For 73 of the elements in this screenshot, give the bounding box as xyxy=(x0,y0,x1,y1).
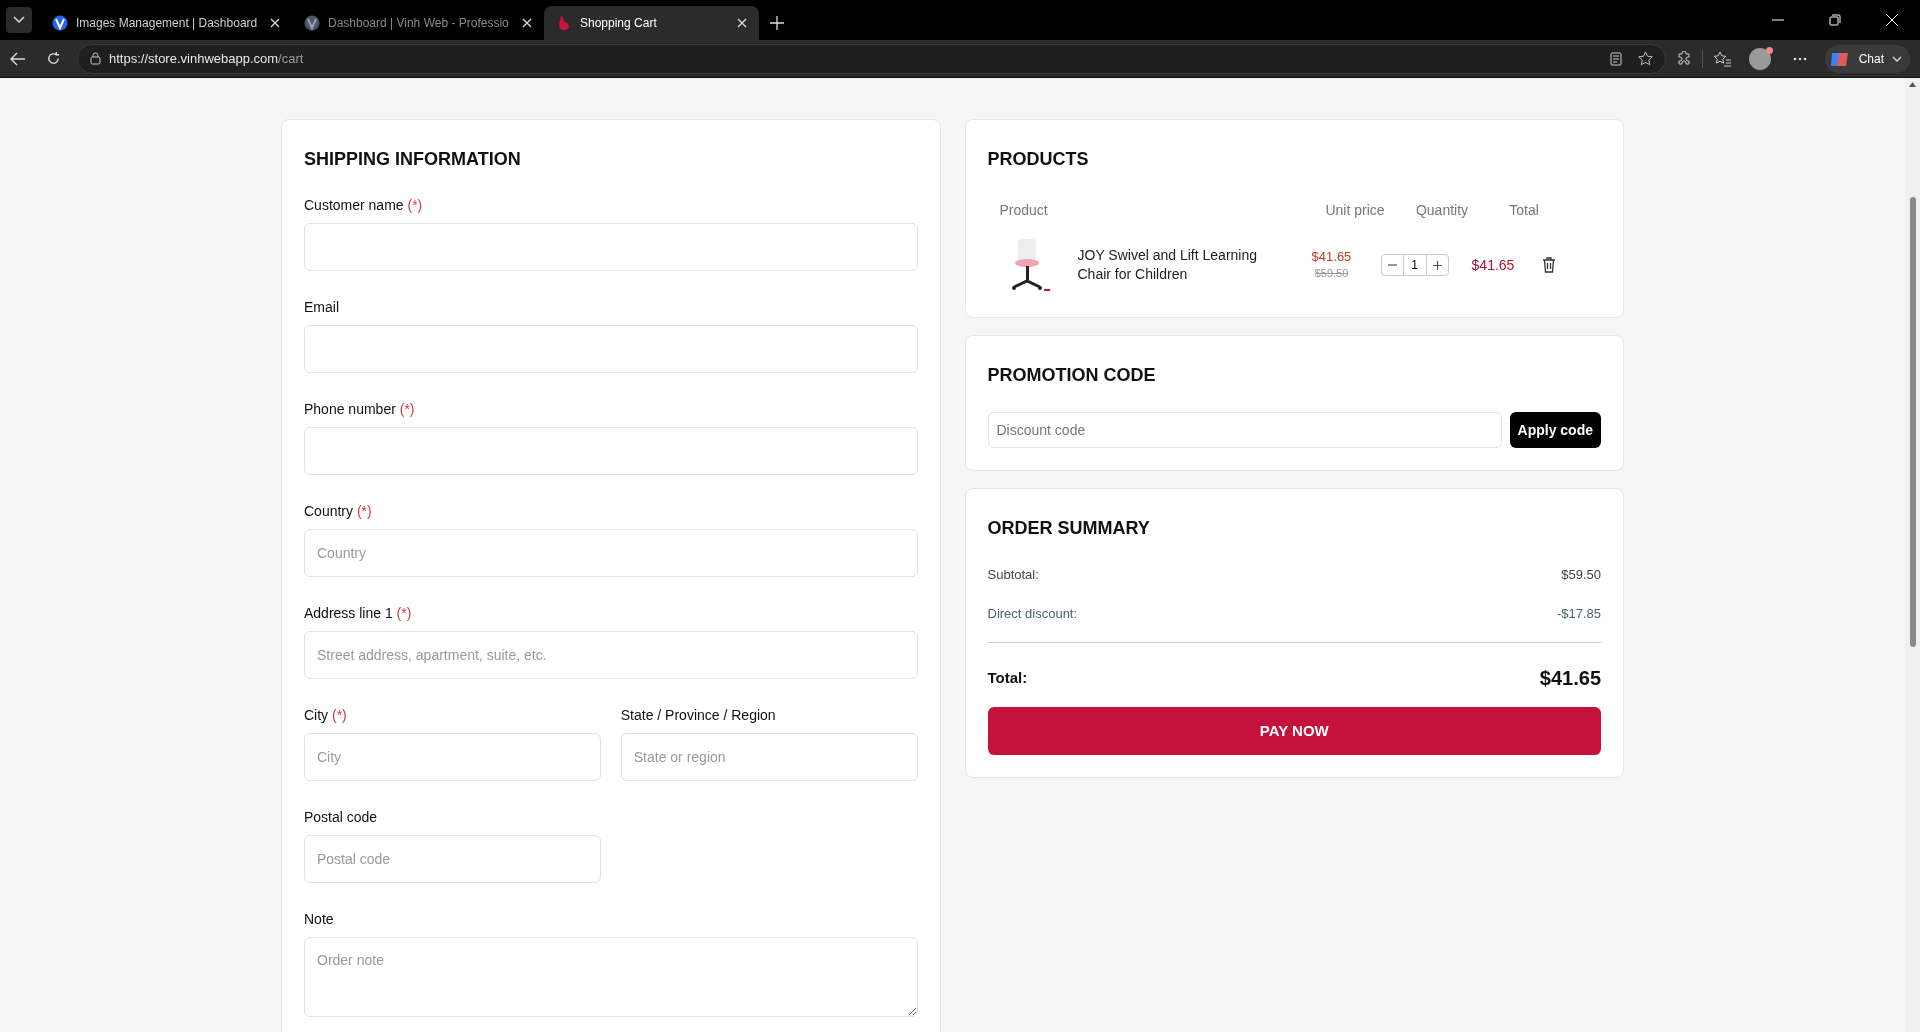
plus-icon xyxy=(1432,260,1442,270)
quantity-stepper[interactable]: 1 xyxy=(1380,254,1449,276)
back-icon[interactable] xyxy=(10,51,26,66)
input-field[interactable]: Street address, apartment, suite, etc. xyxy=(304,631,918,679)
input-field[interactable]: State or region xyxy=(620,733,918,781)
restore-icon[interactable] xyxy=(1828,14,1841,26)
star-icon[interactable] xyxy=(1637,51,1653,66)
minimize-icon[interactable] xyxy=(1771,19,1784,21)
line-total: $41.65 xyxy=(1471,257,1515,273)
old-price: $59.50 xyxy=(1314,266,1349,281)
reading-view-icon[interactable] xyxy=(1609,51,1622,66)
site-logo-icon xyxy=(304,15,320,31)
discount-code-field[interactable]: Discount code xyxy=(987,412,1502,448)
field-label: City (*) xyxy=(304,707,348,723)
field-label: Note xyxy=(304,911,335,927)
total-value: $41.65 xyxy=(1539,666,1601,691)
new-tab-icon[interactable] xyxy=(770,16,784,30)
column-header: Quantity xyxy=(1415,202,1469,218)
field-label: Country (*) xyxy=(304,503,373,519)
site-logo-icon xyxy=(52,15,68,31)
address-bar[interactable]: https://store.vinhwebapp.com/cart xyxy=(77,43,1666,74)
browser-tab[interactable]: Dashboard | Vinh Web - Professio xyxy=(292,6,544,40)
section-title: PRODUCTS xyxy=(987,148,1090,170)
chevron-down-icon xyxy=(1892,55,1902,62)
input-field[interactable]: City xyxy=(304,733,601,781)
summary-value: $59.50 xyxy=(1561,566,1601,584)
section-title: PROMOTION CODE xyxy=(987,364,1157,386)
close-icon[interactable] xyxy=(270,18,280,28)
browser-tab[interactable]: Shopping Cart xyxy=(544,6,759,40)
scroll-up-icon[interactable] xyxy=(1909,82,1916,87)
column-header: Total xyxy=(1509,202,1539,218)
field-label: Address line 1 (*) xyxy=(304,605,413,621)
site-logo-icon xyxy=(556,15,572,31)
product-name[interactable]: JOY Swivel and Lift Learning Chair for Children xyxy=(1077,246,1288,284)
input-field[interactable]: Postal code xyxy=(304,835,601,883)
url-text: https://store.vinhwebapp.com/cart xyxy=(109,49,305,68)
tab-list-button[interactable] xyxy=(6,7,32,33)
chevron-down-icon xyxy=(13,16,25,24)
section-title: ORDER SUMMARY xyxy=(987,517,1151,539)
total-label: Total: xyxy=(987,667,1028,688)
quantity-field[interactable]: 1 xyxy=(1403,255,1426,275)
apply-code-button[interactable]: Apply code xyxy=(1509,412,1601,448)
section-title: SHIPPING INFORMATION xyxy=(304,148,522,170)
close-icon[interactable] xyxy=(737,18,747,28)
favorites-icon[interactable] xyxy=(1712,50,1731,67)
column-header: Unit price xyxy=(1325,202,1385,218)
close-icon[interactable] xyxy=(522,18,532,28)
refresh-icon[interactable] xyxy=(46,51,61,66)
field-label: Phone number (*) xyxy=(304,401,416,417)
column-header: Product xyxy=(999,202,1048,218)
input-field[interactable] xyxy=(304,325,918,373)
pay-now-button[interactable]: PAY NOW xyxy=(987,707,1601,755)
input-field[interactable] xyxy=(304,427,918,475)
field-label: Customer name (*) xyxy=(304,197,424,213)
input-field[interactable]: Country xyxy=(304,529,918,577)
browser-tab[interactable]: Images Management | Dashboard xyxy=(40,6,292,40)
unit-price: $41.65 xyxy=(1311,249,1352,265)
summary-label: Direct discount: xyxy=(987,604,1078,623)
profile-avatar[interactable] xyxy=(1748,47,1771,70)
trash-icon[interactable] xyxy=(1542,257,1557,273)
summary-value: -$17.85 xyxy=(1556,604,1601,623)
extensions-icon[interactable] xyxy=(1675,50,1692,67)
more-icon[interactable] xyxy=(1792,56,1807,61)
note-field[interactable]: Order note xyxy=(304,937,918,1017)
chat-button[interactable]: Chat xyxy=(1824,44,1910,73)
input-field[interactable] xyxy=(304,223,918,271)
minus-icon xyxy=(1387,264,1397,266)
lock-icon xyxy=(90,52,101,65)
summary-label: Subtotal: xyxy=(987,566,1039,584)
scrollbar[interactable] xyxy=(1905,78,1920,1032)
field-label: Postal code xyxy=(304,809,379,825)
field-label: State / Province / Region xyxy=(620,707,777,723)
field-label: Email xyxy=(304,299,340,315)
